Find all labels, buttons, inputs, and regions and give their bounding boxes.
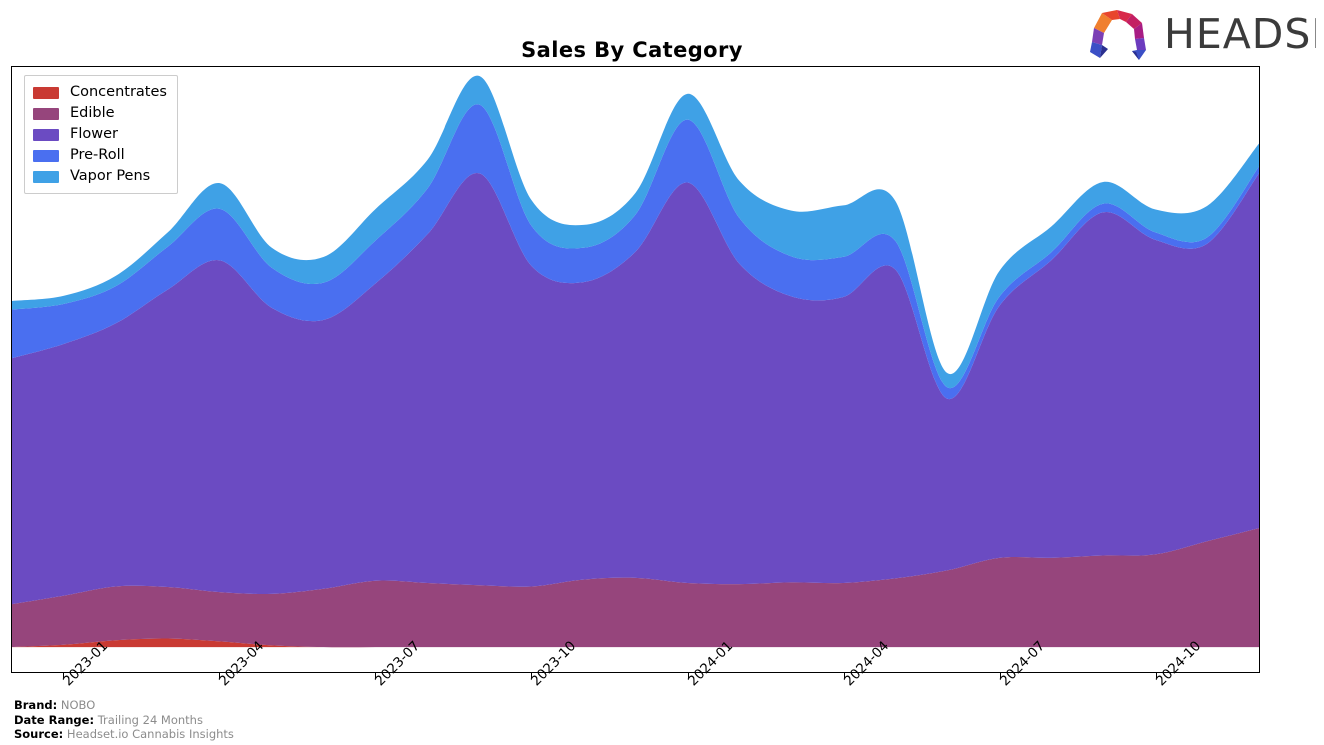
stacked-area-chart (12, 75, 1259, 648)
legend-label-vapor-pens: Vapor Pens (70, 168, 151, 185)
legend-item-flower[interactable]: Flower (33, 124, 167, 145)
legend-label-edible: Edible (70, 105, 115, 122)
legend-swatch-pre-roll (33, 149, 59, 162)
legend-label-concentrates: Concentrates (70, 84, 167, 101)
footer-brand-row: Brand: NOBO (14, 698, 614, 713)
legend-swatch-concentrates (33, 86, 59, 99)
legend-item-edible[interactable]: Edible (33, 103, 167, 124)
chart-plot-area: Concentrates Edible Flower Pre-Roll Vapo… (11, 66, 1260, 673)
legend-item-concentrates[interactable]: Concentrates (33, 82, 167, 103)
footer-date-range-row: Date Range: Trailing 24 Months (14, 713, 614, 728)
footer-source-value: Headset.io Cannabis Insights (66, 727, 234, 741)
legend-label-pre-roll: Pre-Roll (70, 147, 125, 164)
footer-date-range-value: Trailing 24 Months (97, 712, 203, 727)
footer-brand-key: Brand: (14, 698, 58, 712)
footer-source-row: Source: Headset.io Cannabis Insights (14, 727, 614, 742)
legend-item-pre-roll[interactable]: Pre-Roll (33, 145, 167, 166)
legend-label-flower: Flower (70, 126, 118, 143)
legend-item-vapor-pens[interactable]: Vapor Pens (33, 166, 167, 187)
area-series-group (12, 75, 1259, 648)
footer-date-range-key: Date Range: (14, 712, 95, 727)
headset-logo-svg: HEADSET (1090, 10, 1316, 60)
footer-brand-value: NOBO (60, 698, 96, 712)
headset-wordmark: HEADSET (1164, 10, 1316, 58)
chart-footer: Brand: NOBO Date Range: Trailing 24 Mont… (14, 698, 614, 742)
headset-mark-icon (1090, 10, 1146, 60)
footer-source-key: Source: (14, 727, 64, 741)
headset-logo: HEADSET (1064, 8, 1316, 62)
legend-swatch-vapor-pens (33, 170, 59, 183)
chart-legend: Concentrates Edible Flower Pre-Roll Vapo… (24, 75, 178, 194)
legend-swatch-edible (33, 107, 59, 120)
legend-swatch-flower (33, 128, 59, 141)
